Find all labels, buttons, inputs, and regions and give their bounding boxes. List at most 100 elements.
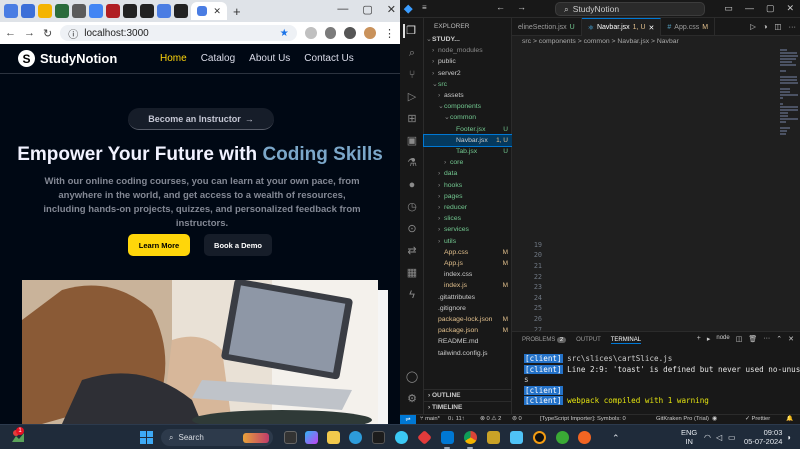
tree-item[interactable]: › hooks: [424, 180, 512, 191]
vscode-taskbar-icon[interactable]: [441, 431, 454, 444]
docker-icon[interactable]: ▦: [405, 266, 419, 280]
tab-favicon-icon[interactable]: [55, 4, 69, 18]
panel-tab-problems[interactable]: PROBLEMS 2: [522, 337, 567, 343]
compare-icon[interactable]: ◑: [763, 22, 768, 31]
tree-item[interactable]: .gitignore: [424, 303, 512, 314]
minimize-icon[interactable]: —: [337, 3, 348, 16]
tree-item[interactable]: ⌄ common: [424, 112, 512, 123]
more-actions-icon[interactable]: ···: [789, 22, 797, 31]
tree-item[interactable]: › utils: [424, 236, 512, 247]
tab-close-icon[interactable]: ✕: [649, 24, 655, 32]
outline-section[interactable]: › OUTLINE: [424, 389, 512, 401]
layout-icon[interactable]: ▭: [724, 3, 733, 14]
tree-item[interactable]: › reducer: [424, 202, 512, 213]
tree-item[interactable]: › public: [424, 56, 512, 67]
task-view-icon[interactable]: [284, 431, 297, 444]
tree-item[interactable]: ⌄ components: [424, 101, 512, 112]
tree-item[interactable]: index.css: [424, 269, 512, 280]
close-icon[interactable]: ✕: [387, 3, 396, 16]
minimap[interactable]: [778, 49, 800, 331]
clock[interactable]: 09:03 05-07-2024: [744, 428, 782, 446]
nav-link-catalog[interactable]: Catalog: [201, 53, 235, 64]
taskbar-search[interactable]: ⌕ Search: [161, 429, 273, 446]
copilot-icon[interactable]: [305, 431, 318, 444]
extensions-puzzle-icon[interactable]: [344, 27, 357, 39]
github-icon[interactable]: [140, 4, 154, 18]
tab-favicon-icon[interactable]: [89, 4, 103, 18]
tree-item[interactable]: App.css M: [424, 247, 512, 258]
remote-indicator-icon[interactable]: ⇌: [400, 415, 416, 424]
tab-favicon-icon[interactable]: [157, 4, 171, 18]
hamburger-menu-icon[interactable]: ≡: [422, 3, 427, 12]
tab-close-icon[interactable]: ✕: [213, 6, 221, 17]
volume-icon[interactable]: ◁: [716, 433, 722, 442]
tab-favicon-icon[interactable]: [38, 4, 52, 18]
menu-kebab-icon[interactable]: ⋮: [384, 27, 395, 40]
close-icon[interactable]: ✕: [786, 3, 794, 14]
tree-item[interactable]: tailwind.config.js: [424, 348, 512, 359]
thunder-client-icon[interactable]: ϟ: [405, 288, 419, 302]
run-debug-icon[interactable]: ▷: [405, 90, 419, 104]
app-icon[interactable]: [487, 431, 500, 444]
tree-item[interactable]: Footer.jsx U: [424, 124, 512, 135]
app-icon[interactable]: [510, 431, 523, 444]
editor-tab-navbar[interactable]: ⚛ Navbar.jsx 1, U ✕: [581, 18, 662, 36]
tree-item[interactable]: Tab.jsx U: [424, 146, 512, 157]
gitkraken-status[interactable]: GitKraken Pro (Trial): [656, 416, 709, 422]
problems-status[interactable]: ⊗ 0 ⚠ 2: [480, 416, 501, 422]
notification-center-icon[interactable]: ◑: [786, 433, 791, 442]
app-icon[interactable]: [417, 430, 432, 445]
tree-item[interactable]: › assets: [424, 90, 512, 101]
tree-item[interactable]: package.json M: [424, 325, 512, 336]
tab-favicon-icon[interactable]: [21, 4, 35, 18]
extensions-icon[interactable]: ⊞: [405, 112, 419, 126]
tree-item[interactable]: › node_modules: [424, 45, 512, 56]
tray-overflow-icon[interactable]: ⌃: [612, 433, 620, 444]
forward-icon[interactable]: →: [517, 2, 526, 12]
site-info-icon[interactable]: ⓘ: [68, 26, 78, 41]
nav-link-home[interactable]: Home: [160, 53, 187, 64]
extension-icon[interactable]: [304, 27, 317, 39]
tree-item[interactable]: › services: [424, 224, 512, 235]
timeline-section[interactable]: › TIMELINE: [424, 401, 512, 413]
app-icon[interactable]: [556, 431, 569, 444]
testing-icon[interactable]: ⚗: [405, 156, 419, 170]
timeline-icon[interactable]: ◷: [405, 200, 419, 214]
forward-icon[interactable]: →: [24, 27, 35, 39]
more-actions-icon[interactable]: ···: [763, 335, 770, 343]
tree-item[interactable]: App.js M: [424, 258, 512, 269]
gitkraken-icon[interactable]: ●: [405, 178, 419, 192]
search-icon[interactable]: ⌕: [405, 46, 419, 60]
site-logo[interactable]: S StudyNotion: [18, 50, 117, 67]
back-icon[interactable]: ←: [496, 2, 505, 12]
app-icon[interactable]: [395, 431, 408, 444]
command-center[interactable]: ⌕ StudyNotion: [555, 2, 705, 16]
new-tab-icon[interactable]: +: [233, 4, 241, 19]
tree-item[interactable]: .gitattributes: [424, 292, 512, 303]
back-icon[interactable]: ←: [5, 27, 16, 39]
nav-link-contact[interactable]: Contact Us: [304, 53, 353, 64]
new-terminal-icon[interactable]: +: [697, 335, 701, 343]
tree-item[interactable]: package-lock.json M: [424, 314, 512, 325]
book-demo-button[interactable]: Book a Demo: [204, 234, 272, 256]
maximize-panel-icon[interactable]: ⌃: [776, 335, 782, 343]
tab-favicon-icon[interactable]: [106, 4, 120, 18]
tree-item[interactable]: README.md: [424, 336, 512, 347]
tab-favicon-icon[interactable]: [4, 4, 18, 18]
extension-icon[interactable]: [324, 27, 337, 39]
git-graph-icon[interactable]: ⊙: [405, 222, 419, 236]
hero-video[interactable]: [22, 280, 378, 424]
explorer-icon[interactable]: ❐: [403, 24, 417, 38]
split-editor-icon[interactable]: ◫: [774, 22, 781, 31]
tree-item[interactable]: › pages: [424, 191, 512, 202]
breadcrumb[interactable]: src > components > common > Navbar.jsx >…: [522, 38, 679, 45]
edge-icon[interactable]: [349, 431, 362, 444]
editor-tab-timelinesection[interactable]: elineSection.jsx U: [512, 18, 582, 36]
tab-active[interactable]: ✕: [191, 2, 227, 20]
file-explorer-icon[interactable]: [327, 431, 340, 444]
notifications-bell-icon[interactable]: 🔔: [786, 416, 793, 422]
wifi-icon[interactable]: ◠: [704, 433, 711, 442]
nav-link-about[interactable]: About Us: [249, 53, 290, 64]
go-live-icon[interactable]: ◉: [712, 416, 717, 422]
tree-item[interactable]: index.js M: [424, 280, 512, 291]
